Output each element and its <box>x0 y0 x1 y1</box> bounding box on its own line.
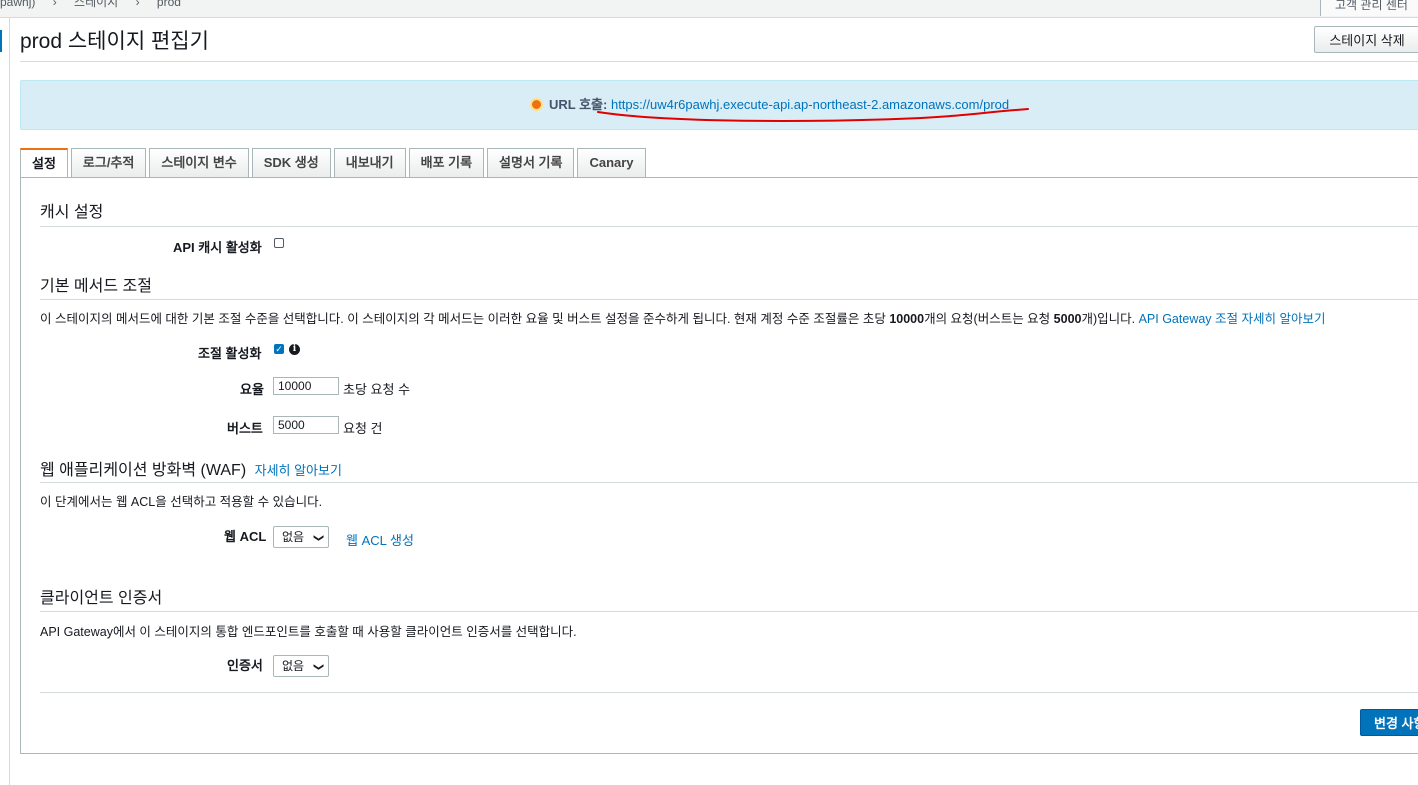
waf-section-title: 웹 애플리케이션 방화벽 (WAF) 자세히 알아보기 <box>40 456 342 480</box>
form-bottom-divider <box>40 692 1418 693</box>
api-cache-label: API 캐시 활성화 <box>173 240 262 255</box>
throttling-description: 이 스테이지의 메서드에 대한 기본 조절 수준을 선택합니다. 이 스테이지의… <box>40 308 1325 327</box>
web-acl-label: 웹 ACL <box>224 529 267 544</box>
breadcrumb-item-prod: prod <box>156 0 181 9</box>
throttling-desc-text: 이 스테이지의 메서드에 대한 기본 조절 수준을 선택합니다. 이 스테이지의… <box>40 312 890 326</box>
waf-description: 이 단계에서는 웹 ACL을 선택하고 적용할 수 있습니다. <box>40 495 323 509</box>
chevron-down-icon: ❯ <box>312 662 324 672</box>
account-rate-value: 10000 <box>889 312 925 326</box>
burst-label: 버스트 <box>227 421 263 436</box>
account-burst-value: 5000 <box>1053 312 1082 326</box>
burst-unit: 요청 건 <box>343 421 383 436</box>
tab-documentation-history[interactable]: 설명서 기록 <box>487 148 575 177</box>
cache-section-title: 캐시 설정 <box>40 204 104 221</box>
certificate-selected-value: 없음 <box>282 659 305 673</box>
left-panel-active-marker <box>0 30 2 52</box>
certificate-select[interactable]: 없음 ❯ <box>273 655 329 677</box>
chevron-down-icon: ❯ <box>312 533 324 543</box>
throttling-section-title: 기본 메서드 조절 <box>40 278 152 295</box>
title-divider <box>20 61 1418 62</box>
tab-sdk-generation[interactable]: SDK 생성 <box>251 148 331 177</box>
waf-section-divider <box>40 482 1418 483</box>
tab-deployment-history[interactable]: 배포 기록 <box>408 148 485 177</box>
web-acl-selected-value: 없음 <box>282 530 305 544</box>
cache-section-divider <box>40 226 1418 227</box>
rate-label: 요율 <box>240 382 264 397</box>
throttling-desc-text: 개의 요청(버스트는 요청 <box>924 312 1054 326</box>
tab-stage-variables[interactable]: 스테이지 변수 <box>149 148 249 177</box>
tab-logs-tracing[interactable]: 로그/추적 <box>70 148 147 177</box>
burst-input[interactable] <box>273 416 339 434</box>
waf-title-text: 웹 애플리케이션 방화벽 (WAF) <box>40 462 247 479</box>
api-cache-checkbox[interactable] <box>274 238 284 248</box>
info-icon[interactable]: i <box>289 344 300 355</box>
web-acl-select[interactable]: 없음 ❯ <box>273 526 329 548</box>
certificate-label: 인증서 <box>227 658 263 673</box>
tab-export[interactable]: 내보내기 <box>333 148 406 177</box>
throttling-learn-more-link[interactable]: API Gateway 조절 자세히 알아보기 <box>1139 312 1326 326</box>
throttling-enable-checkbox[interactable]: ✓ <box>274 344 284 354</box>
status-dot-icon <box>530 98 543 111</box>
top-breadcrumb-bar: pawhj) › 스테이지 › prod 고객 관리 센터 <box>0 0 1418 18</box>
red-underline-annotation <box>597 108 1029 122</box>
breadcrumb-item-api[interactable]: pawhj) <box>0 0 35 9</box>
breadcrumb-item-stages[interactable]: 스테이지 <box>74 0 118 9</box>
breadcrumb: pawhj) › 스테이지 › prod <box>0 0 195 10</box>
rate-unit: 초당 요청 수 <box>343 382 411 397</box>
throttling-desc-text: 개)입니다. <box>1081 312 1139 326</box>
page-title: prod 스테이지 편집기 <box>20 30 209 53</box>
tab-canary[interactable]: Canary <box>577 148 646 177</box>
breadcrumb-separator-icon: › <box>52 0 57 9</box>
left-panel-divider <box>9 17 10 785</box>
client-cert-description: API Gateway에서 이 스테이지의 통합 엔드포인트를 호출할 때 사용… <box>40 625 577 639</box>
client-cert-section-title: 클라이언트 인증서 <box>40 590 163 607</box>
stage-tabs: 설정 로그/추적 스테이지 변수 SDK 생성 내보내기 배포 기록 설명서 기록 Canar… <box>20 148 646 178</box>
client-cert-section-divider <box>40 611 1418 612</box>
delete-stage-button[interactable]: 스테이지 삭제 <box>1314 26 1418 53</box>
throttling-section-divider <box>40 299 1418 300</box>
breadcrumb-separator-icon: › <box>135 0 140 9</box>
top-right-menu[interactable]: 고객 관리 센터 <box>1320 0 1418 16</box>
save-changes-button[interactable]: 변경 사항 저장 <box>1360 709 1418 736</box>
tab-settings[interactable]: 설정 <box>20 148 68 178</box>
create-web-acl-link[interactable]: 웹 ACL 생성 <box>346 530 414 549</box>
rate-input[interactable] <box>273 377 339 395</box>
throttling-enable-label: 조절 활성화 <box>198 346 262 361</box>
waf-learn-more-link[interactable]: 자세히 알아보기 <box>255 463 342 478</box>
